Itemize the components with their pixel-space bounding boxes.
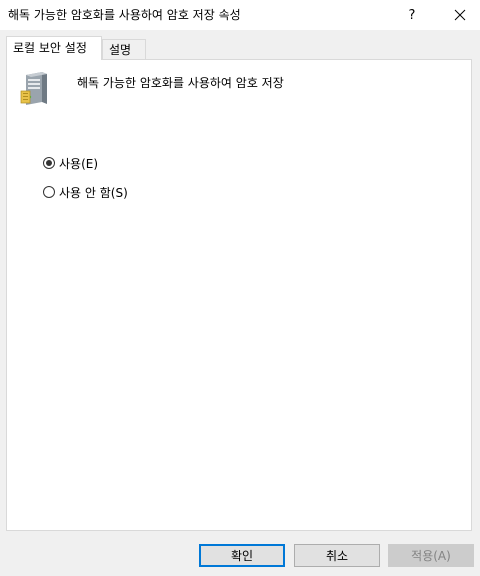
close-button[interactable]	[442, 0, 478, 30]
window-title: 해독 가능한 암호화를 사용하여 암호 저장 속성	[8, 8, 241, 22]
ok-button[interactable]: 확인	[199, 544, 285, 567]
radio-disable-label: 사용 안 함(S)	[59, 185, 128, 200]
radio-disable[interactable]: 사용 안 함(S)	[43, 184, 128, 200]
policy-name: 해독 가능한 암호화를 사용하여 암호 저장	[77, 76, 284, 90]
tab-panel: 해독 가능한 암호화를 사용하여 암호 저장 사용(E) 사용 안 함(S)	[6, 59, 472, 531]
radio-enable-indicator[interactable]	[43, 157, 55, 169]
close-icon	[454, 9, 466, 21]
tab-explain[interactable]: 설명	[102, 39, 146, 60]
radio-enable-label: 사용(E)	[59, 156, 99, 171]
help-button[interactable]: ?	[396, 0, 428, 30]
server-icon	[20, 72, 47, 105]
tab-local-security-setting[interactable]: 로컬 보안 설정	[6, 36, 102, 60]
cancel-button[interactable]: 취소	[294, 544, 380, 567]
help-label: ?	[408, 7, 416, 23]
title-bar: 해독 가능한 암호화를 사용하여 암호 저장 속성 ?	[0, 0, 480, 30]
radio-disable-indicator[interactable]	[43, 186, 55, 198]
radio-enable[interactable]: 사용(E)	[43, 155, 98, 171]
apply-button: 적용(A)	[388, 544, 474, 567]
